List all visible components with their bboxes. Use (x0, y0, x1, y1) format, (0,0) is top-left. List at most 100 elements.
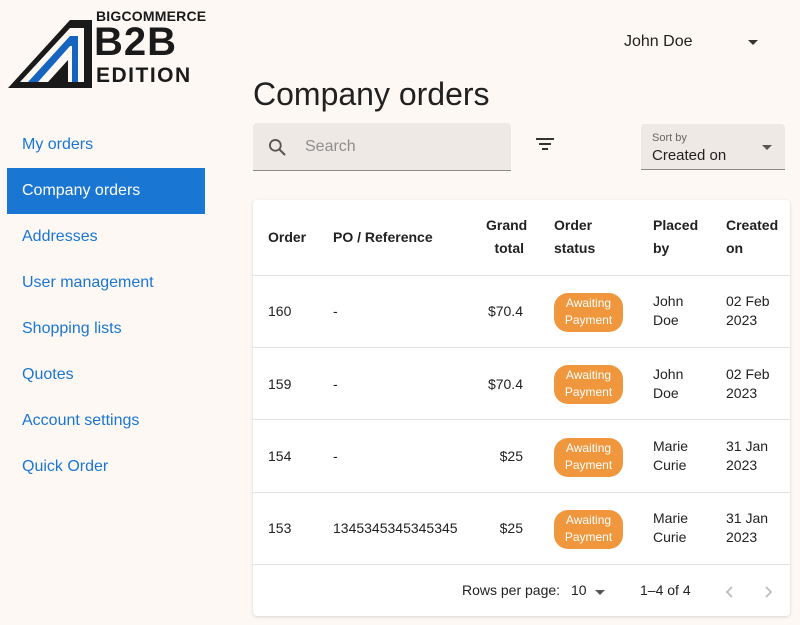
rows-per-page-select[interactable]: 10 (571, 582, 587, 598)
page-title: Company orders (253, 76, 490, 113)
cell-order: 153 (268, 519, 291, 538)
search-icon (267, 137, 287, 157)
cell-placed-by: Marie Curie (653, 509, 688, 547)
chevron-down-icon (762, 145, 772, 150)
status-badge-line1: Awaiting (554, 440, 623, 457)
cell-placed-by-line1: Marie (653, 509, 688, 528)
cell-po-reference: - (333, 447, 338, 466)
status-badge-line2: Payment (554, 457, 623, 474)
cell-created-on-line1: 31 Jan (726, 509, 768, 528)
column-header-created-on-line1: Created (726, 214, 778, 237)
column-header-grand-total[interactable]: Grand total (486, 214, 524, 260)
table-pagination: Rows per page: 10 1–4 of 4 (253, 566, 790, 616)
column-header-po-reference[interactable]: PO / Reference (333, 226, 433, 249)
column-header-placed-by-line2: by (653, 237, 698, 260)
rows-per-page-label: Rows per page: (462, 582, 560, 598)
cell-grand-total: $25 (453, 447, 523, 466)
cell-po-reference: - (333, 302, 338, 321)
table-header: Order PO / Reference Grand total Order s… (253, 200, 790, 276)
column-header-grand-total-line2: total (486, 237, 524, 260)
sidebar-item-company-orders[interactable]: Company orders (7, 168, 205, 214)
sidebar-nav: My orders Company orders Addresses User … (7, 122, 205, 490)
filter-list-icon (531, 132, 559, 156)
pagination-range: 1–4 of 4 (640, 582, 691, 598)
sort-by-value: Created on (652, 147, 726, 164)
column-header-placed-by-line1: Placed (653, 214, 698, 237)
logo-mark-icon (8, 12, 94, 88)
status-badge: Awaiting Payment (554, 438, 623, 477)
column-header-order-status-line1: Order (554, 214, 595, 237)
status-badge: Awaiting Payment (554, 365, 623, 404)
sidebar-item-shopping-lists[interactable]: Shopping lists (7, 306, 205, 352)
chevron-down-icon[interactable] (595, 590, 605, 595)
column-header-order-status-line2: status (554, 237, 595, 260)
table-row[interactable]: 154 - $25 Awaiting Payment Marie Curie 3… (253, 421, 790, 493)
cell-created-on-line1: 02 Feb (726, 292, 770, 311)
status-badge-line1: Awaiting (554, 295, 623, 312)
sidebar-item-my-orders[interactable]: My orders (7, 122, 205, 168)
cell-created-on-line2: 2023 (726, 528, 768, 547)
cell-created-on: 31 Jan 2023 (726, 509, 768, 547)
cell-created-on-line1: 02 Feb (726, 365, 770, 384)
cell-placed-by: John Doe (653, 292, 683, 330)
cell-created-on: 31 Jan 2023 (726, 437, 768, 475)
column-header-grand-total-line1: Grand (486, 214, 524, 237)
cell-grand-total: $70.4 (453, 375, 523, 394)
column-header-placed-by[interactable]: Placed by (653, 214, 698, 260)
cell-created-on: 02 Feb 2023 (726, 365, 770, 403)
column-header-created-on-line2: on (726, 237, 778, 260)
cell-created-on-line2: 2023 (726, 311, 770, 330)
orders-table: Order PO / Reference Grand total Order s… (253, 200, 790, 616)
status-badge-line2: Payment (554, 529, 623, 546)
cell-order: 160 (268, 302, 291, 321)
search-input[interactable] (305, 135, 495, 159)
sidebar-item-addresses[interactable]: Addresses (7, 214, 205, 260)
table-row[interactable]: 153 1345345345345345 $25 Awaiting Paymen… (253, 493, 790, 565)
cell-placed-by-line1: John (653, 365, 683, 384)
cell-created-on-line1: 31 Jan (726, 437, 768, 456)
cell-created-on-line2: 2023 (726, 456, 768, 475)
cell-placed-by: Marie Curie (653, 437, 688, 475)
filter-button[interactable] (531, 132, 559, 156)
previous-page-button[interactable] (720, 582, 740, 602)
sort-by-label: Sort by (652, 132, 687, 144)
sidebar-item-quick-order[interactable]: Quick Order (7, 444, 205, 490)
cell-placed-by: John Doe (653, 365, 683, 403)
cell-placed-by-line1: Marie (653, 437, 688, 456)
cell-order: 154 (268, 447, 291, 466)
cell-placed-by-line2: Curie (653, 528, 688, 547)
column-header-order[interactable]: Order (268, 226, 306, 249)
cell-created-on: 02 Feb 2023 (726, 292, 770, 330)
cell-po-reference: 1345345345345345 (333, 519, 458, 538)
cell-created-on-line2: 2023 (726, 384, 770, 403)
sidebar-item-quotes[interactable]: Quotes (7, 352, 205, 398)
user-menu-name[interactable]: John Doe (624, 33, 693, 51)
table-row[interactable]: 159 - $70.4 Awaiting Payment John Doe 02… (253, 348, 790, 420)
sort-by-select[interactable]: Sort by Created on (641, 124, 785, 170)
user-menu-caret-icon[interactable] (748, 40, 758, 45)
status-badge-line1: Awaiting (554, 367, 623, 384)
cell-po-reference: - (333, 375, 338, 394)
chevron-right-icon (758, 582, 778, 602)
status-badge: Awaiting Payment (554, 293, 623, 332)
column-header-order-status[interactable]: Order status (554, 214, 595, 260)
cell-grand-total: $25 (453, 519, 523, 538)
sidebar-item-account-settings[interactable]: Account settings (7, 398, 205, 444)
bigcommerce-b2b-logo[interactable]: BIGCOMMERCE B2B EDITION (8, 8, 208, 88)
cell-placed-by-line1: John (653, 292, 683, 311)
status-badge-line2: Payment (554, 384, 623, 401)
logo-text-edition: EDITION (96, 65, 192, 87)
cell-placed-by-line2: Doe (653, 384, 683, 403)
column-header-created-on[interactable]: Created on (726, 214, 778, 260)
cell-order: 159 (268, 375, 291, 394)
chevron-left-icon (720, 582, 740, 602)
status-badge-line1: Awaiting (554, 512, 623, 529)
table-row[interactable]: 160 - $70.4 Awaiting Payment John Doe 02… (253, 276, 790, 348)
status-badge-line2: Payment (554, 312, 623, 329)
search-box (253, 123, 511, 171)
cell-grand-total: $70.4 (453, 302, 523, 321)
cell-placed-by-line2: Curie (653, 456, 688, 475)
cell-placed-by-line2: Doe (653, 311, 683, 330)
next-page-button[interactable] (758, 582, 778, 602)
sidebar-item-user-management[interactable]: User management (7, 260, 205, 306)
